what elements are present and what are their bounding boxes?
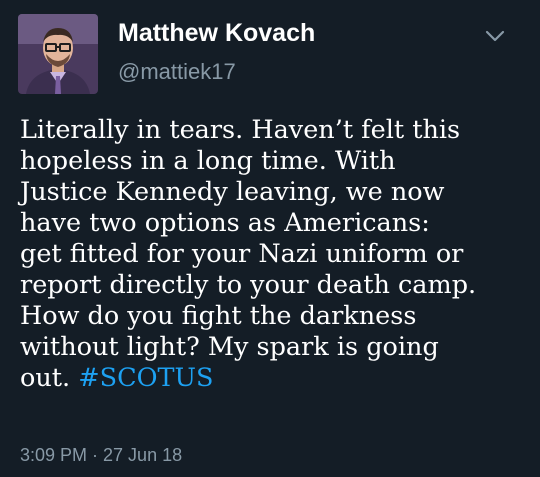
user-handle[interactable]: @mattiek17 <box>118 59 236 85</box>
tweet-card: Matthew Kovach @mattiek17 Literally in t… <box>0 0 540 477</box>
hashtag-link[interactable]: #SCOTUS <box>78 363 213 393</box>
tweet-timestamp[interactable]: 3:09 PM · 27 Jun 18 <box>20 445 182 466</box>
avatar[interactable] <box>18 14 98 94</box>
chevron-down-icon <box>485 30 505 42</box>
avatar-photo <box>18 14 98 94</box>
tweet-menu-button[interactable] <box>482 26 508 46</box>
tweet-body: Literally in tears. Haven’t felt this ho… <box>20 115 477 393</box>
display-name[interactable]: Matthew Kovach <box>118 19 315 48</box>
tweet-text: Literally in tears. Haven’t felt this ho… <box>20 115 535 394</box>
